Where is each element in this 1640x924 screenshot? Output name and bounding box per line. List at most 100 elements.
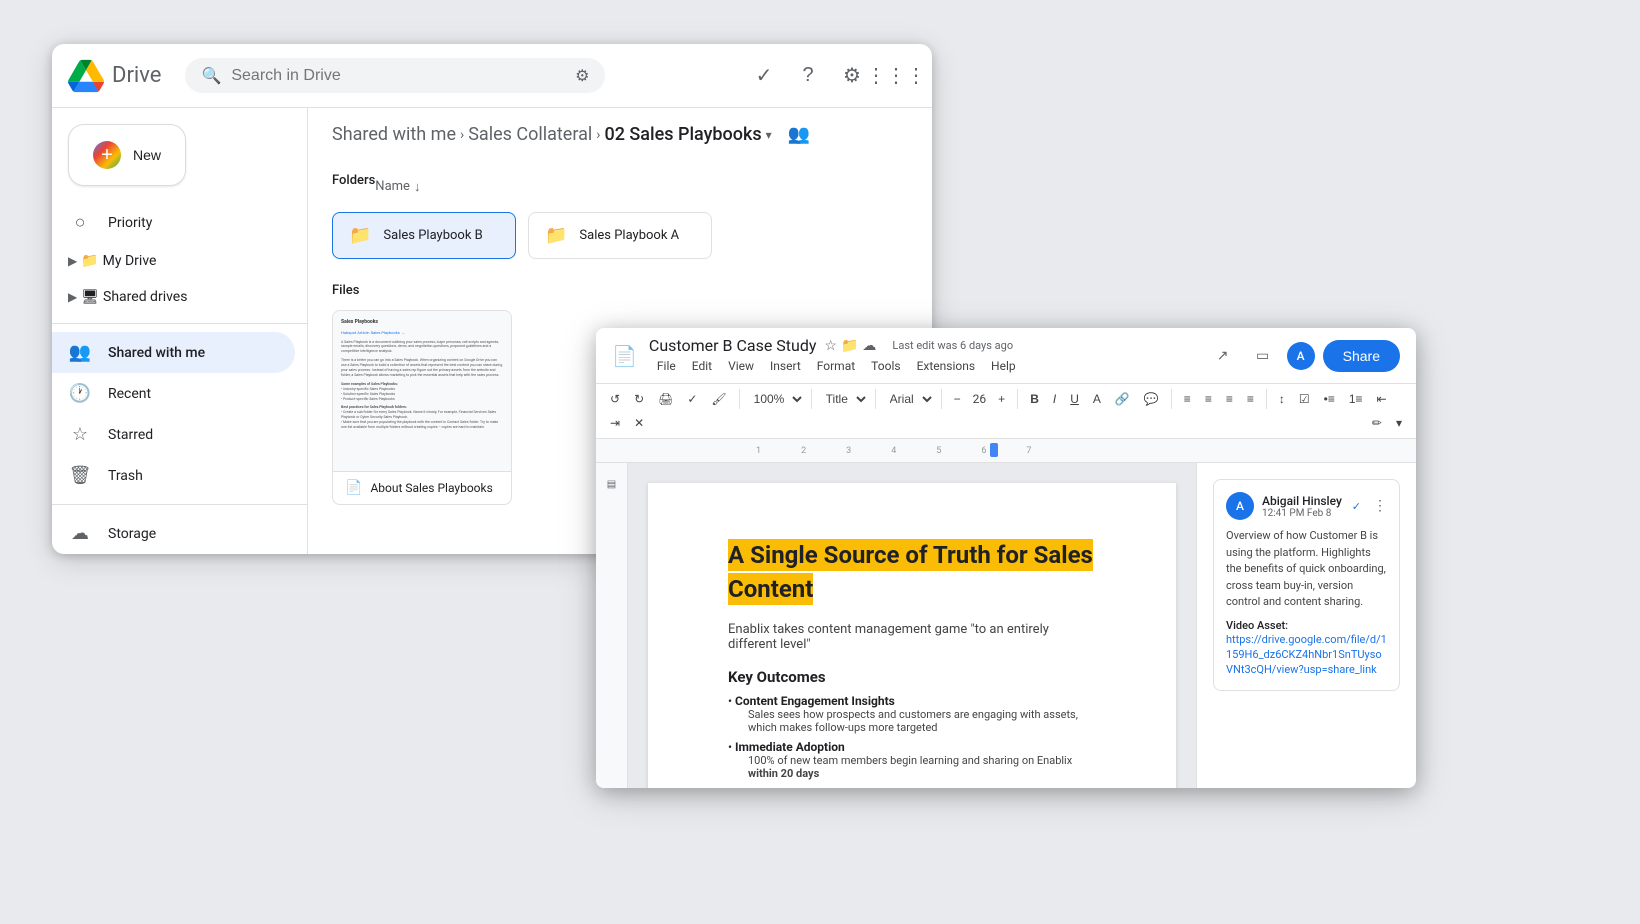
menu-view[interactable]: View (720, 357, 762, 375)
doc-toolbar: ↺ ↻ 🖨 ✓ 🖌 100% Title Arial − 26 + B I U … (596, 384, 1416, 439)
zoom-select[interactable]: 100% (746, 389, 805, 409)
font-size-decrease-btn[interactable]: − (948, 388, 967, 410)
menu-tools[interactable]: Tools (863, 357, 908, 375)
comment-avatar: A (1226, 492, 1254, 520)
menu-format[interactable]: Format (809, 357, 863, 375)
comment-link[interactable]: https://drive.google.com/file/d/1159H6_d… (1226, 632, 1387, 678)
font-select[interactable]: Arial (882, 389, 935, 409)
doc-heading: A Single Source of Truth for Sales Conte… (728, 539, 1093, 605)
sort-control[interactable]: Name ↓ (375, 179, 420, 195)
doc-ruler: 1 2 3 4 5 6 7 (596, 439, 1416, 463)
comment-more-btn[interactable]: ⋮ (1373, 498, 1387, 514)
breadcrumb-shared-with-me[interactable]: Shared with me (332, 124, 456, 145)
align-left-btn[interactable]: ≡ (1178, 388, 1197, 410)
drive-logo: Drive (68, 58, 161, 94)
folder-card-0[interactable]: 📁 Sales Playbook B (332, 212, 516, 259)
tasks-icon-btn[interactable]: ✓ (744, 56, 784, 96)
link-btn[interactable]: 🔗 (1109, 388, 1136, 410)
sidebar-item-storage[interactable]: ☁ Storage (52, 513, 295, 554)
doc-subbullet-0: Sales sees how prospects and customers a… (748, 708, 1096, 734)
comment-video-label: Video Asset: (1226, 619, 1387, 632)
starred-icon: ☆ (68, 424, 92, 445)
comment-resolve-btn[interactable]: ✓ (1352, 500, 1361, 513)
sidebar-item-trash[interactable]: 🗑 Trash (52, 455, 295, 496)
underline-btn[interactable]: U (1064, 388, 1085, 410)
bullet-list-btn[interactable]: •≡ (1318, 388, 1341, 410)
chevron-icon: ▶ (68, 254, 77, 268)
menu-help[interactable]: Help (983, 357, 1024, 375)
recent-icon: 🕐 (68, 383, 92, 404)
toolbar-sep-1 (739, 389, 740, 409)
doc-key-outcomes-title: Key Outcomes (728, 668, 1096, 686)
increase-indent-btn[interactable]: ⇥ (604, 412, 626, 434)
expand-toolbar-btn[interactable]: ▾ (1390, 412, 1408, 434)
comment-btn[interactable]: 💬 (1138, 388, 1165, 410)
margin-icon: ▤ (607, 479, 616, 490)
toolbar-sep-5 (1017, 389, 1018, 409)
storage-icon: ☁ (68, 523, 92, 544)
doc-status-icon[interactable]: ☁ (862, 338, 876, 354)
menu-edit[interactable]: Edit (684, 357, 720, 375)
spellcheck-btn[interactable]: ✓ (681, 388, 703, 410)
line-spacing-btn[interactable]: ↕ (1273, 388, 1291, 410)
paint-format-btn[interactable]: 🖌 (705, 388, 732, 410)
sidebar-item-priority[interactable]: ○ Priority (52, 202, 295, 243)
sidebar-item-my-drive[interactable]: ▶ 📁 My Drive (52, 243, 307, 279)
doc-heading-block: A Single Source of Truth for Sales Conte… (728, 539, 1096, 606)
decrease-indent-btn[interactable]: ⇤ (1371, 388, 1393, 410)
style-select[interactable]: Title (818, 389, 869, 409)
ruler-handle[interactable] (990, 443, 998, 457)
doc-title-area: Customer B Case Study ☆ 📁 ☁ Last edit wa… (649, 336, 1195, 375)
filter-icon[interactable]: ⚙ (575, 66, 589, 85)
folder-card-1[interactable]: 📁 Sales Playbook A (528, 212, 712, 259)
sidebar-item-shared-drives[interactable]: ▶ 🖥 Shared drives (52, 279, 307, 315)
search-input[interactable] (231, 67, 565, 85)
doc-present-btn[interactable]: ▭ (1247, 340, 1279, 372)
drive-header: Drive 🔍 ⚙ ✓ ? ⚙ ⋮⋮⋮ (52, 44, 932, 108)
menu-insert[interactable]: Insert (762, 357, 809, 375)
sidebar-item-shared-with-me[interactable]: 👥 Shared with me (52, 332, 295, 373)
print-btn[interactable]: 🖨 (652, 388, 679, 410)
color-btn[interactable]: A (1087, 388, 1107, 410)
sidebar-divider (52, 323, 307, 324)
comment-text: Overview of how Customer B is using the … (1226, 528, 1387, 611)
help-icon-btn[interactable]: ? (788, 56, 828, 96)
doc-expand-btn[interactable]: ↗ (1207, 340, 1239, 372)
italic-btn[interactable]: I (1047, 388, 1062, 410)
font-size-display: 26 (969, 392, 991, 406)
suggest-edits-btn[interactable]: ✏ (1366, 412, 1388, 434)
align-right-btn[interactable]: ≡ (1220, 388, 1239, 410)
file-card-0[interactable]: Sales Playbooks Hubspot Article: Sales P… (332, 310, 512, 505)
sidebar-item-recent[interactable]: 🕐 Recent (52, 373, 295, 414)
toolbar-sep-2 (811, 389, 812, 409)
menu-file[interactable]: File (649, 357, 684, 375)
search-bar[interactable]: 🔍 ⚙ (185, 58, 605, 93)
font-size-increase-btn[interactable]: + (992, 388, 1011, 410)
priority-icon: ○ (68, 212, 92, 233)
toolbar-sep-7 (1266, 389, 1267, 409)
toolbar-sep-6 (1171, 389, 1172, 409)
new-button[interactable]: + New (68, 124, 186, 186)
align-center-btn[interactable]: ≡ (1199, 388, 1218, 410)
redo-btn[interactable]: ↻ (628, 388, 650, 410)
checklist-btn[interactable]: ☑ (1293, 388, 1316, 410)
share-breadcrumb-icon[interactable]: 👥 (788, 124, 810, 145)
shared-with-me-icon: 👥 (68, 342, 92, 363)
apps-icon-btn[interactable]: ⋮⋮⋮ (876, 56, 916, 96)
doc-pages[interactable]: A Single Source of Truth for Sales Conte… (628, 463, 1196, 788)
numbered-list-btn[interactable]: 1≡ (1343, 388, 1369, 410)
breadcrumb-sales-collateral[interactable]: Sales Collateral (468, 124, 592, 145)
dropdown-icon[interactable]: ▾ (766, 128, 772, 142)
move-doc-icon[interactable]: 📁 (841, 338, 858, 354)
menu-extensions[interactable]: Extensions (909, 357, 983, 375)
bold-btn[interactable]: B (1024, 388, 1045, 410)
sidebar-item-starred[interactable]: ☆ Starred (52, 414, 295, 455)
share-button[interactable]: Share (1323, 340, 1400, 372)
comment-author: Abigail Hinsley (1262, 494, 1342, 508)
sidebar: + New ○ Priority ▶ 📁 My Drive ▶ 🖥 Shared… (52, 108, 308, 554)
clear-format-btn[interactable]: ✕ (628, 412, 650, 434)
star-doc-icon[interactable]: ☆ (824, 338, 837, 354)
header-actions: ✓ ? ⚙ ⋮⋮⋮ (744, 56, 916, 96)
undo-btn[interactable]: ↺ (604, 388, 626, 410)
align-justify-btn[interactable]: ≡ (1241, 388, 1260, 410)
